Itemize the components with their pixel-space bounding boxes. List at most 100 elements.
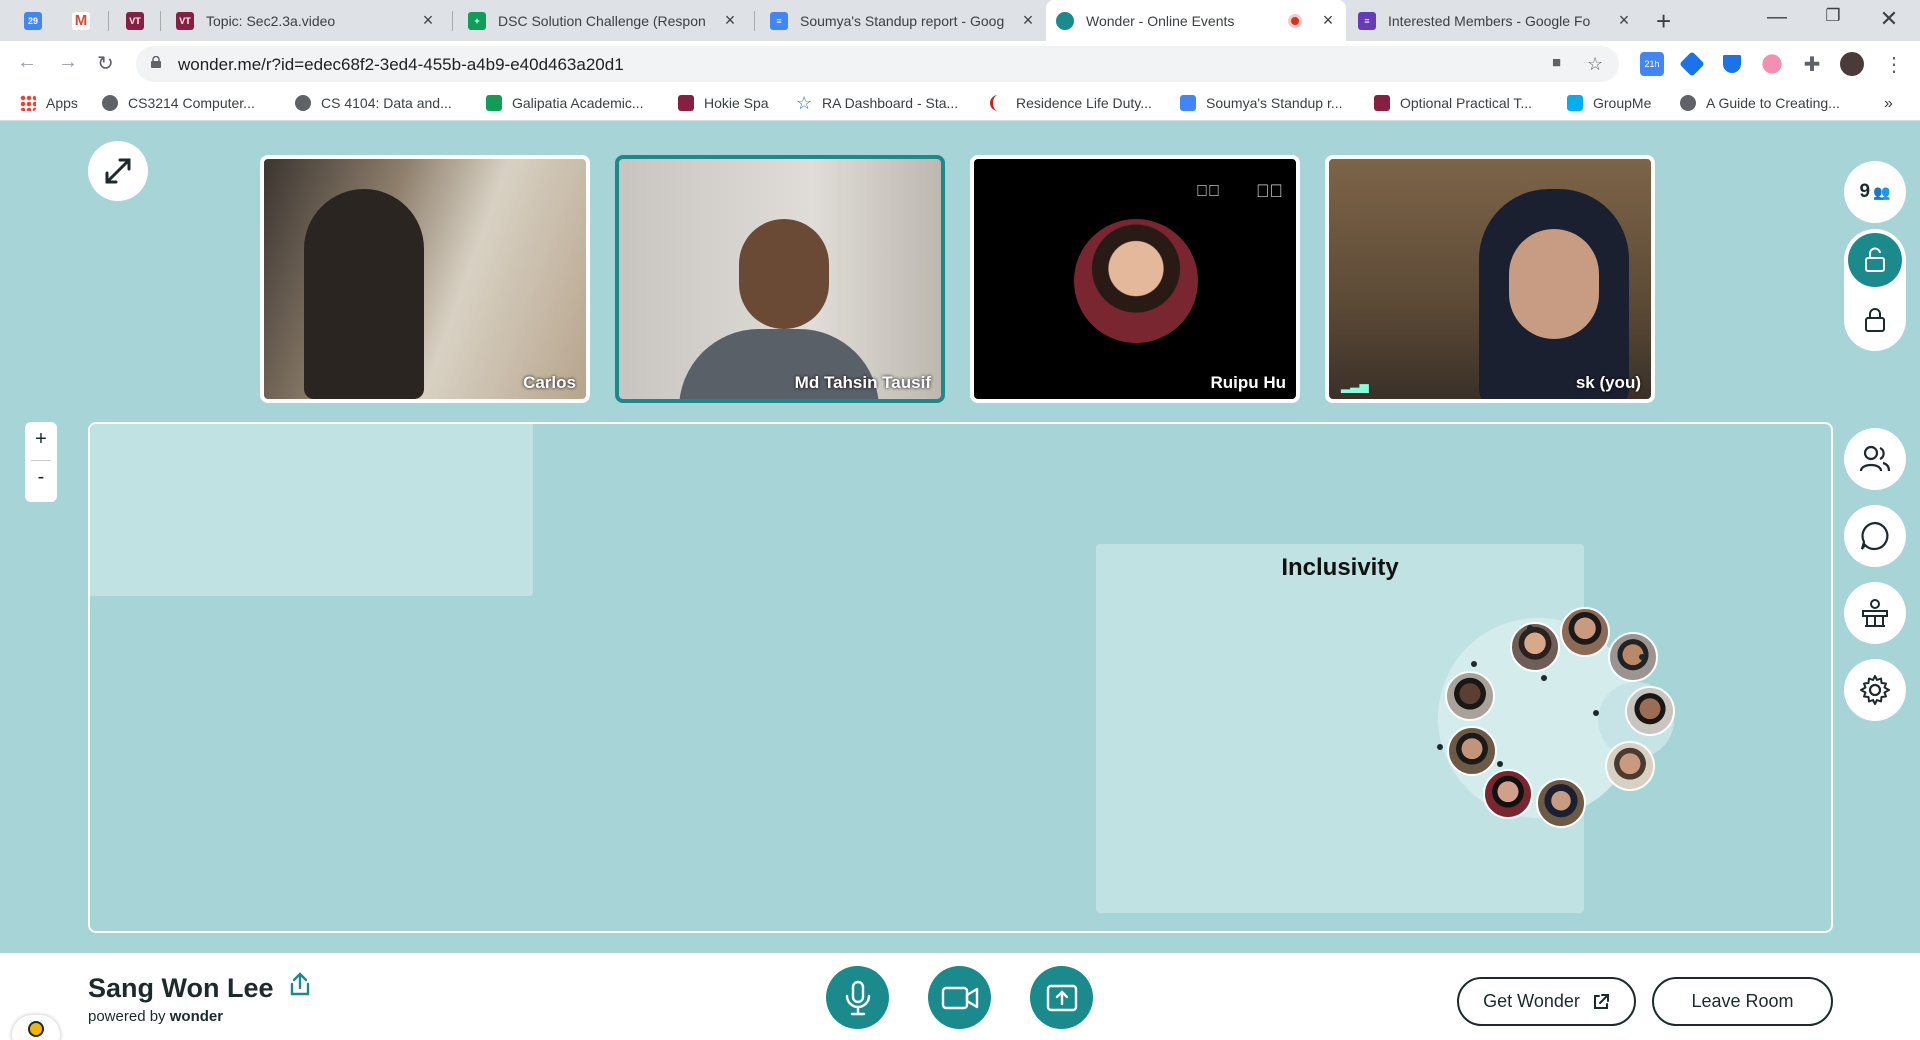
new-tab-icon[interactable]: + [1656,6,1671,37]
lock-icon [151,56,161,68]
participant-bubble[interactable] [1625,686,1675,736]
unlock-icon [1865,247,1885,272]
share-icon[interactable] [289,972,311,996]
address-bar[interactable]: wonder.me/r?id=edec68f2-3ed4-455b-a4b9-e… [136,46,1619,82]
tab-title: Soumya's Standup report - Goog [800,12,1005,29]
camera-button[interactable] [928,966,991,1029]
close-icon[interactable]: × [1320,10,1336,31]
google-forms-icon: ≡ [1358,11,1376,30]
google-docs-icon [1180,95,1196,111]
participant-count-button[interactable]: 9 👥 [1844,161,1906,223]
settings-button[interactable] [1844,659,1906,721]
participant-bubble[interactable] [1445,671,1495,721]
extension-badge: 21h [1644,59,1660,69]
google-docs-icon: ≡ [770,11,788,30]
extension-jellyfish-icon[interactable] [1762,54,1782,74]
recording-icon [1288,13,1302,28]
bookmark-cs4104[interactable]: CS 4104: Data and... [295,95,452,111]
participant-bubble[interactable] [1560,607,1610,657]
reload-icon[interactable]: ↻ [97,51,114,76]
bookmark-label: A Guide to Creating... [1706,95,1840,111]
participant-bubble[interactable] [1605,741,1655,791]
fullscreen-button[interactable] [88,141,148,201]
position-dot [1497,761,1503,767]
camera-blocked-icon[interactable]: ■ [1552,54,1561,71]
close-icon[interactable]: × [420,10,436,31]
zoom-in-button[interactable]: + [25,428,57,451]
bookmark-galipatia[interactable]: Galipatia Academic... [486,95,644,111]
tab-interested-members[interactable]: ≡ Interested Members - Google Fo × [1348,0,1642,41]
extensions-puzzle-icon[interactable]: ✚ [1800,52,1824,76]
participant-bubble[interactable] [1608,632,1658,682]
bookmark-ra-dashboard[interactable]: ☆ RA Dashboard - Sta... [796,94,958,112]
lock-button[interactable] [1848,293,1902,347]
bookmark-apps[interactable]: Apps [20,95,78,111]
powered-by-prefix: powered by [88,1008,166,1025]
participant-avatar [1074,219,1198,343]
extension-timer-icon[interactable]: 21h [1640,52,1664,76]
more-bookmarks-icon[interactable]: » [1884,95,1893,113]
people-panel-button[interactable] [1844,428,1906,490]
tab-wonder[interactable]: Wonder - Online Events × [1046,0,1346,41]
zoom-out-button[interactable]: - [25,466,57,489]
bookmark-label: Apps [46,95,78,111]
bookmark-label: Hokie Spa [704,95,769,111]
participant-bubble[interactable] [1447,726,1497,776]
bookmark-opt[interactable]: Optional Practical T... [1374,95,1532,111]
minimize-icon[interactable]: — [1754,6,1800,29]
unlock-button[interactable] [1848,233,1902,287]
profile-avatar[interactable] [1840,52,1864,76]
bookmark-cs3214[interactable]: CS3214 Computer... [102,95,255,111]
close-icon[interactable]: × [1616,10,1632,31]
back-icon[interactable]: ← [17,51,37,74]
bookmark-residence-life[interactable]: Residence Life Duty... [990,95,1152,111]
participant-name: sk (you) [1575,373,1641,392]
get-wonder-button[interactable]: Get Wonder [1457,977,1636,1026]
video-tile-md-tahsin-tausif[interactable]: Md Tahsin Tausif [615,155,945,403]
bottom-bar: Sang Won Lee powered by wonder Get Wonde… [0,953,1920,1040]
room-area-unnamed[interactable] [90,424,533,596]
window-close-icon[interactable]: ✕ [1866,6,1912,32]
leave-room-button[interactable]: Leave Room [1652,977,1833,1026]
extension-diamond-icon[interactable] [1679,51,1705,77]
microphone-button[interactable] [826,966,889,1029]
bookmark-hokie-spa[interactable]: Hokie Spa [678,95,769,111]
screen-share-button[interactable] [1030,966,1093,1029]
tab-dsc-solution[interactable]: + DSC Solution Challenge (Respon × [458,0,748,41]
video-tile-sk-you[interactable]: ▂▃▅ sk (you) [1325,155,1655,403]
video-tile-carlos[interactable]: Carlos [260,155,590,403]
participant-bubble-you[interactable] [1536,778,1586,828]
close-icon[interactable]: × [722,10,738,31]
mic-off-icon: 🎙⃠ [1256,181,1283,201]
forward-icon[interactable]: → [58,51,78,74]
bookmark-standup-report[interactable]: Soumya's Standup r... [1180,95,1343,111]
bookmark-guide[interactable]: A Guide to Creating... [1680,95,1840,111]
participant-bubble[interactable] [1483,769,1533,819]
virginia-tech-icon: VT [126,11,144,30]
lock-toggle [1844,229,1906,351]
wonder-logo [12,1015,60,1040]
room-canvas[interactable]: Inclusivity [88,422,1833,933]
extension-graduation-icon[interactable] [1723,55,1741,73]
chat-bubble-icon [1860,521,1889,551]
lock-icon [1865,308,1885,332]
bookmark-groupme[interactable]: GroupMe [1567,95,1651,111]
participant-name: Carlos [523,373,576,392]
bookmark-star-icon[interactable]: ☆ [1587,54,1603,75]
position-dot [1639,654,1645,660]
position-dot [1541,675,1547,681]
chat-button[interactable] [1844,505,1906,567]
participant-bubble[interactable] [1510,622,1560,672]
area-title: Inclusivity [1281,554,1399,581]
restore-icon[interactable]: ❐ [1810,6,1856,26]
tab-standup-report[interactable]: ≡ Soumya's Standup report - Goog × [760,0,1046,41]
tab-pinned-vt[interactable]: VT [116,0,156,41]
browser-menu-icon[interactable]: ⋮ [1882,52,1906,76]
tab-sec2-video[interactable]: VT Topic: Sec2.3a.video × [166,0,446,41]
close-icon[interactable]: × [1020,10,1036,31]
video-tile-ruipu-hu[interactable]: ▣⃠ 🎙⃠ Ruipu Hu [970,155,1300,403]
tab-pinned-calendar[interactable]: 29 [14,0,54,41]
powered-by: powered by wonder [88,1008,223,1025]
presenter-button[interactable] [1844,582,1906,644]
tab-pinned-gmail[interactable]: M [62,0,102,41]
